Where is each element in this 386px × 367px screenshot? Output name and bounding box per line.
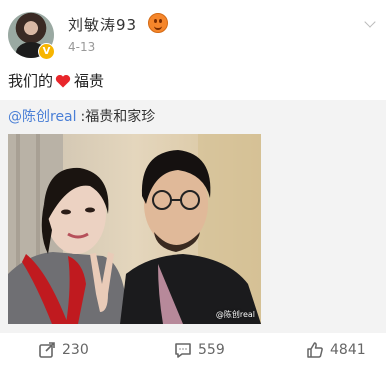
post-date: 4-13 xyxy=(68,40,96,54)
chevron-down-icon[interactable] xyxy=(364,16,376,28)
like-button[interactable]: 4841 xyxy=(306,341,366,359)
repost-button[interactable]: 230 xyxy=(38,341,89,359)
like-count: 4841 xyxy=(330,342,366,358)
mention-text: :福贵和家珍 xyxy=(80,109,156,125)
post-text: 我们的 福贵 xyxy=(8,70,104,91)
mention-line: @陈创real:福贵和家珍 xyxy=(8,106,155,126)
smiley-level-icon xyxy=(148,13,168,33)
username[interactable]: 刘敏涛93 xyxy=(68,14,137,35)
comment-count: 559 xyxy=(198,342,225,358)
watermark: @陈创real xyxy=(215,310,255,319)
post-text-before: 我们的 xyxy=(8,72,54,90)
heart-icon xyxy=(55,74,71,87)
thumbs-up-icon xyxy=(307,342,323,358)
post-header: V 刘敏涛93 4-13 xyxy=(8,12,378,60)
repost-icon xyxy=(39,342,55,358)
post-text-after: 福贵 xyxy=(74,72,105,90)
action-bar: 230 559 4841 xyxy=(0,333,386,367)
verified-badge-icon: V xyxy=(38,43,55,60)
comment-icon xyxy=(175,343,191,358)
comment-button[interactable]: 559 xyxy=(174,341,225,359)
photo-illustration xyxy=(8,134,261,324)
mention-link[interactable]: @陈创real xyxy=(8,109,77,125)
retweet-photo[interactable]: @陈创real xyxy=(8,134,261,324)
retweet-block[interactable]: @陈创real:福贵和家珍 @陈创real xyxy=(0,100,386,333)
repost-count: 230 xyxy=(62,342,89,358)
